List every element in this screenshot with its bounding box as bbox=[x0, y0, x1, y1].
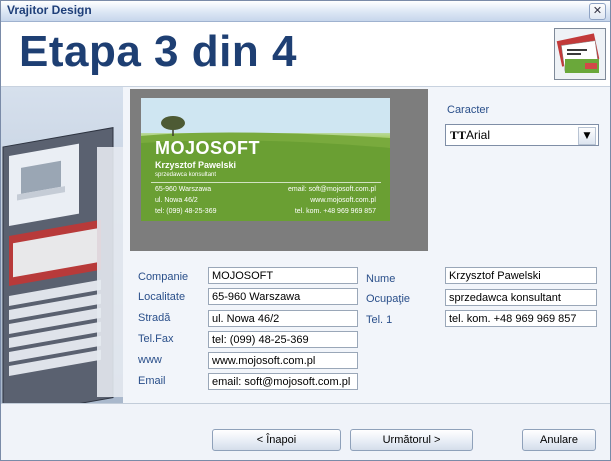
phone1-field[interactable]: tel. kom. +48 969 969 857 bbox=[445, 310, 597, 327]
telfax-field[interactable]: tel: (099) 48-25-369 bbox=[208, 331, 358, 348]
wizard-header: Etapa 3 din 4 bbox=[1, 22, 610, 87]
truetype-font-icon: TT bbox=[450, 128, 467, 142]
font-label: Caracter bbox=[447, 104, 490, 116]
label-email: Email bbox=[138, 375, 166, 387]
font-select[interactable]: TT Arial ▼ bbox=[445, 124, 599, 146]
company-field[interactable]: MOJOSOFT bbox=[208, 267, 358, 284]
app-logo-icon bbox=[554, 28, 606, 80]
cancel-button[interactable]: Anulare bbox=[522, 429, 596, 451]
title-bar[interactable]: Vrajitor Design ✕ bbox=[1, 1, 610, 22]
close-button[interactable]: ✕ bbox=[589, 3, 606, 20]
step-title: Etapa 3 din 4 bbox=[19, 27, 297, 76]
close-icon: ✕ bbox=[592, 4, 603, 17]
label-company: Companie bbox=[138, 271, 189, 283]
card-divider bbox=[151, 182, 381, 183]
street-field[interactable]: ul. Nowa 46/2 bbox=[208, 310, 358, 327]
window-title: Vrajitor Design bbox=[7, 3, 92, 17]
card-company: MOJOSOFT bbox=[155, 138, 261, 158]
card-name: Krzysztof Pawelski bbox=[155, 160, 237, 170]
card-city: 65-960 Warszawa bbox=[155, 186, 212, 193]
card-phone: tel: (099) 48-25-369 bbox=[155, 208, 217, 215]
wizard-side-image bbox=[1, 87, 124, 403]
business-card-preview: MOJOSOFT Krzysztof Pawelski sprzedawca k… bbox=[141, 98, 390, 221]
card-www: www.mojosoft.com.pl bbox=[310, 197, 376, 204]
chevron-down-icon[interactable]: ▼ bbox=[578, 127, 596, 145]
back-button[interactable]: < Înapoi bbox=[212, 429, 341, 451]
label-phone1: Tel. 1 bbox=[366, 314, 393, 326]
wizard-footer: < Înapoi Următorul > Anulare bbox=[1, 403, 610, 460]
occupation-field[interactable]: sprzedawca konsultant bbox=[445, 289, 597, 306]
card-email: email: soft@mojosoft.com.pl bbox=[287, 186, 376, 193]
label-telfax: Tel.Fax bbox=[138, 333, 174, 345]
font-select-value: Arial bbox=[466, 128, 491, 142]
www-field[interactable]: www.mojosoft.com.pl bbox=[208, 352, 358, 369]
label-street: Stradă bbox=[138, 312, 171, 324]
next-button[interactable]: Următorul > bbox=[350, 429, 473, 451]
city-field[interactable]: 65-960 Warszawa bbox=[208, 288, 358, 305]
card-job: sprzedawca konsultant bbox=[155, 172, 217, 178]
label-name: Nume bbox=[366, 273, 396, 285]
email-field[interactable]: email: soft@mojosoft.com.pl bbox=[208, 373, 358, 390]
wizard-window: Vrajitor Design ✕ Etapa 3 din 4 MOJOSOFT… bbox=[0, 0, 611, 461]
card-mobile: tel. kom. +48 969 969 857 bbox=[294, 208, 376, 215]
label-occupation: Ocupaţie bbox=[366, 293, 411, 305]
name-field[interactable]: Krzysztof Pawelski bbox=[445, 267, 597, 284]
card-street: ul. Nowa 46/2 bbox=[155, 197, 198, 204]
label-www: www bbox=[138, 354, 162, 366]
label-city: Localitate bbox=[138, 291, 186, 303]
